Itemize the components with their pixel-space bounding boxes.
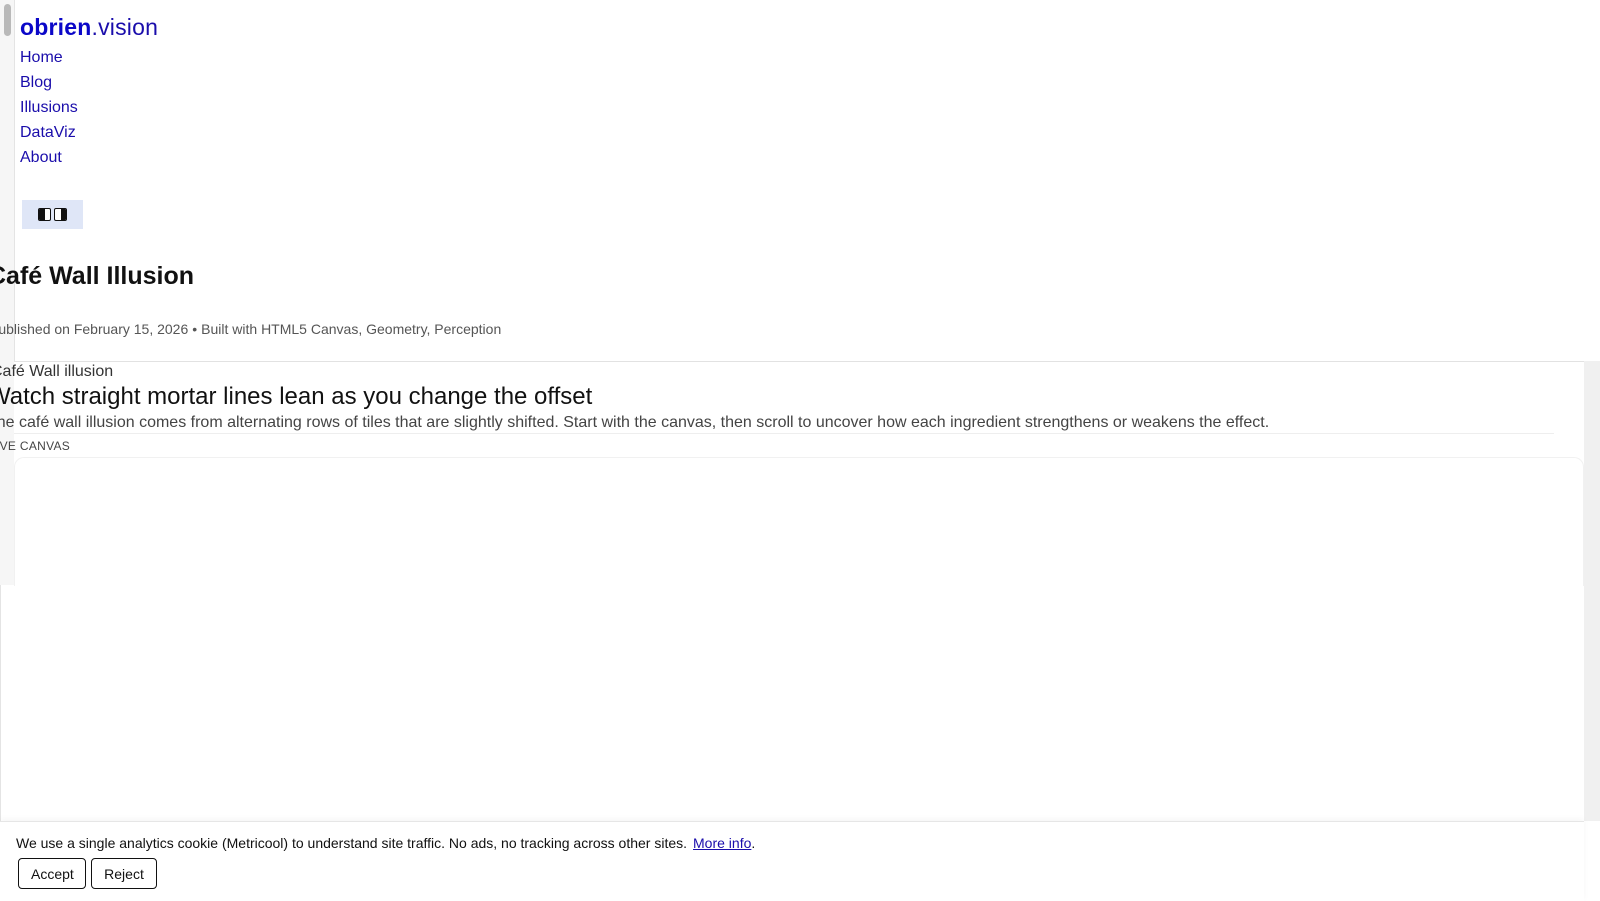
page-title: Café Wall Illusion: [0, 262, 195, 290]
illusion-canvas[interactable]: [14, 457, 1584, 586]
brand-domain: .vision: [91, 14, 159, 40]
theme-toggle-button[interactable]: [22, 200, 83, 229]
page-scrollbar-thumb[interactable]: [4, 4, 11, 36]
nav-item-dataviz: DataViz: [20, 123, 78, 148]
nav-item-about: About: [20, 148, 78, 173]
nav-link-about[interactable]: About: [20, 149, 62, 166]
cookie-more-info-link[interactable]: More info: [693, 835, 751, 851]
meta-separator: •: [192, 321, 198, 337]
theme-light-icon: [38, 208, 51, 221]
nav-link-dataviz[interactable]: DataViz: [20, 124, 76, 141]
section-lede: The café wall illusion comes from altern…: [0, 414, 1270, 431]
nav-item-illusions: Illusions: [20, 98, 78, 123]
cookie-accept-button[interactable]: Accept: [18, 858, 86, 889]
divider: [14, 433, 1554, 434]
cookie-text: We use a single analytics cookie (Metric…: [16, 835, 688, 851]
page-scrollbar[interactable]: [0, 0, 15, 585]
cookie-message: We use a single analytics cookie (Metric…: [16, 835, 755, 851]
site-logo-link[interactable]: obrien.vision: [20, 14, 158, 41]
theme-dark-icon: [54, 208, 67, 221]
nav-item-blog: Blog: [20, 73, 78, 98]
cookie-banner: We use a single analytics cookie (Metric…: [0, 821, 1584, 901]
nav-link-illusions[interactable]: Illusions: [20, 99, 78, 116]
nav-link-blog[interactable]: Blog: [20, 74, 52, 91]
published-date: Published on February 15, 2026: [0, 321, 189, 337]
nav-link-home[interactable]: Home: [20, 49, 63, 66]
section-headline: Watch straight mortar lines lean as you …: [0, 383, 593, 410]
nav-item-home: Home: [20, 48, 78, 73]
panel-scrollbar[interactable]: [1584, 361, 1600, 821]
section-eyebrow: Café Wall illusion: [0, 363, 114, 380]
article-meta: Published on February 15, 2026 • Built wit…: [0, 321, 501, 337]
canvas-label: LIVE CANVAS: [0, 439, 71, 453]
brand-name: obrien: [20, 14, 92, 40]
main-nav: Home Blog Illusions DataViz About: [20, 48, 78, 173]
built-with: Built with HTML5 Canvas, Geometry, Perce…: [201, 321, 502, 337]
cookie-period: .: [751, 835, 756, 851]
cookie-reject-button[interactable]: Reject: [91, 858, 157, 889]
